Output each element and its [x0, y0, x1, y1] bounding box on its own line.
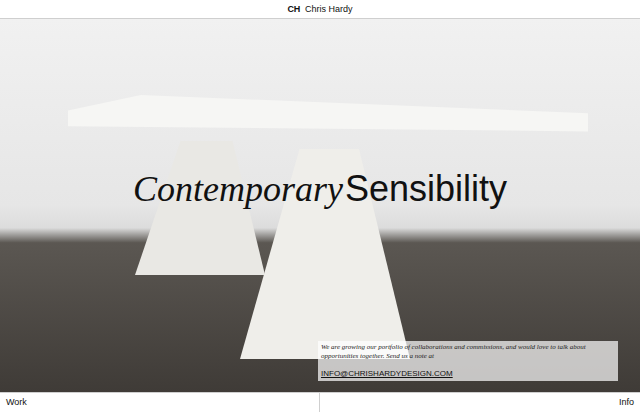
- note-text: We are growing our portfolio of collabor…: [321, 343, 615, 361]
- site-header: CH Chris Hardy: [0, 0, 640, 19]
- logo: CH: [287, 5, 300, 14]
- hero: ContemporarySensibility We are growing ou…: [0, 19, 640, 392]
- email-link[interactable]: INFO@CHRISHARDYDESIGN.COM: [321, 369, 453, 379]
- brand-link[interactable]: CH Chris Hardy: [287, 5, 352, 14]
- site-footer: Work Info: [0, 392, 640, 412]
- footer-link[interactable]: Info: [619, 396, 634, 410]
- table-leg: [135, 141, 265, 275]
- headline-italic: Contemporary: [133, 171, 343, 207]
- site-name: Chris Hardy: [305, 5, 353, 14]
- headline: ContemporarySensibility: [0, 171, 640, 207]
- headline-text: Sensibility: [345, 171, 507, 207]
- table-top: [68, 95, 588, 147]
- footer-link[interactable]: Work: [6, 396, 27, 410]
- footer-cell: Work: [0, 393, 320, 412]
- contact-note: We are growing our portfolio of collabor…: [318, 341, 618, 381]
- footer-cell: Info: [320, 393, 640, 412]
